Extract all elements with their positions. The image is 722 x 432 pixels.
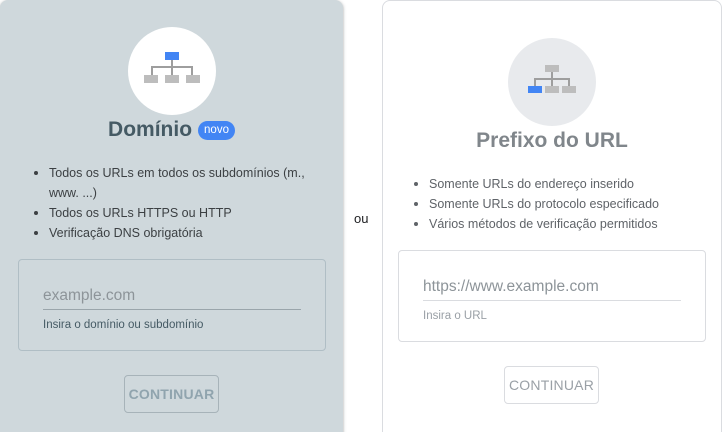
domain-input[interactable]	[43, 282, 301, 310]
domain-feature-list: Todos os URLs em todos os subdomínios (m…	[31, 163, 321, 243]
url-prefix-title: Prefixo do URL	[476, 129, 628, 152]
domain-title-row: Domínio novo	[0, 118, 343, 142]
or-separator: ou	[354, 211, 369, 226]
url-prefix-continue-button[interactable]: CONTINUAR	[504, 366, 599, 404]
url-prefix-title-row: Prefixo do URL	[383, 129, 721, 153]
domain-title: Domínio	[108, 118, 193, 141]
domain-property-card[interactable]: Domínio novo Todos os URLs em todos os s…	[0, 0, 343, 432]
url-prefix-sitemap-icon	[508, 38, 596, 126]
list-item: Vários métodos de verificação permitidos	[411, 214, 711, 234]
domain-input-box: Insira o domínio ou subdomínio	[18, 259, 326, 351]
list-item: Somente URLs do endereço inserido	[411, 174, 711, 194]
url-prefix-input-box: Insira o URL	[398, 250, 706, 342]
list-item: Verificação DNS obrigatória	[31, 223, 321, 243]
domain-sitemap-icon	[128, 27, 216, 115]
domain-input-helper: Insira o domínio ou subdomínio	[43, 319, 204, 331]
new-badge: novo	[198, 120, 235, 140]
domain-continue-button[interactable]: CONTINUAR	[124, 375, 219, 413]
list-item: Todos os URLs HTTPS ou HTTP	[31, 203, 321, 223]
url-prefix-feature-list: Somente URLs do endereço inserido Soment…	[411, 174, 711, 234]
list-item: Somente URLs do protocolo especificado	[411, 194, 711, 214]
list-item: Todos os URLs em todos os subdomínios (m…	[31, 163, 321, 203]
url-prefix-input[interactable]	[423, 273, 681, 301]
url-prefix-input-helper: Insira o URL	[423, 310, 487, 322]
url-prefix-property-card[interactable]: Prefixo do URL Somente URLs do endereço …	[382, 0, 722, 432]
